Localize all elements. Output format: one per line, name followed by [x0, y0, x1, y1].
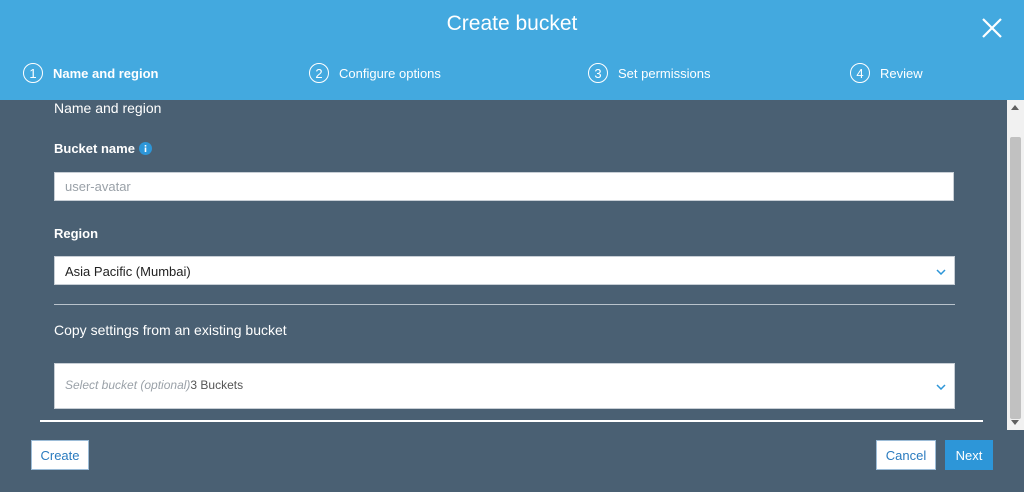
copy-settings-title: Copy settings from an existing bucket: [54, 322, 287, 338]
close-icon[interactable]: [978, 14, 1006, 42]
create-button[interactable]: Create: [31, 440, 89, 470]
next-button[interactable]: Next: [945, 440, 993, 470]
region-select[interactable]: Asia Pacific (Mumbai): [54, 256, 955, 285]
scroll-up-icon[interactable]: [1011, 105, 1019, 110]
chevron-down-icon: [936, 269, 946, 275]
footer-divider: [40, 420, 983, 422]
step-number: 4: [850, 63, 870, 83]
bucket-count: 3 Buckets: [190, 378, 244, 392]
scroll-thumb[interactable]: [1010, 137, 1021, 419]
region-selected-value: Asia Pacific (Mumbai): [65, 264, 191, 279]
scroll-down-icon[interactable]: [1011, 420, 1019, 425]
step-number: 1: [23, 63, 43, 83]
info-icon[interactable]: [139, 142, 152, 155]
modal-title: Create bucket: [446, 12, 578, 35]
step-label: Review: [880, 65, 923, 81]
copy-bucket-select-text: Select bucket (optional)3 Buckets: [65, 378, 243, 392]
region-label: Region: [54, 226, 99, 241]
step-label: Set permissions: [618, 65, 711, 81]
chevron-down-icon: [936, 384, 946, 390]
step-review[interactable]: 4 Review: [850, 63, 923, 83]
step-indicator: 1 Name and region 2 Configure options 3 …: [0, 63, 1024, 87]
copy-bucket-placeholder: Select bucket (optional): [65, 378, 191, 392]
step-number: 2: [309, 63, 329, 83]
modal-header: Create bucket 1 Name and region 2 Config…: [0, 0, 1024, 100]
scrollbar[interactable]: [1007, 100, 1024, 430]
section-title: Name and region: [54, 100, 162, 116]
step-label: Name and region: [53, 65, 159, 81]
cancel-button[interactable]: Cancel: [876, 440, 936, 470]
divider: [54, 304, 955, 305]
step-number: 3: [588, 63, 608, 83]
step-configure-options[interactable]: 2 Configure options: [309, 63, 441, 83]
bucket-name-input[interactable]: [54, 172, 954, 201]
step-name-and-region[interactable]: 1 Name and region: [23, 63, 158, 83]
bucket-name-label: Bucket name: [54, 141, 135, 156]
step-set-permissions[interactable]: 3 Set permissions: [588, 63, 710, 83]
copy-bucket-select[interactable]: Select bucket (optional)3 Buckets: [54, 363, 955, 409]
step-label: Configure options: [339, 65, 441, 81]
